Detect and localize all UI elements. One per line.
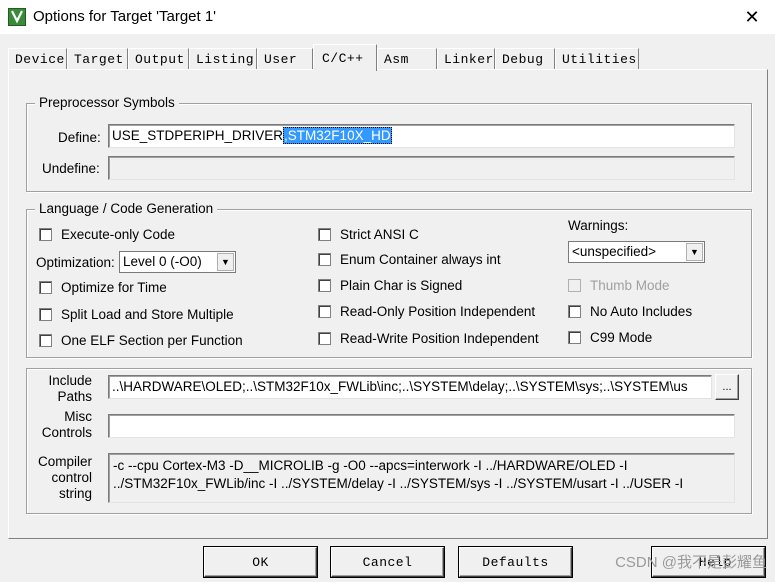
checkbox-label: One ELF Section per Function bbox=[61, 333, 243, 348]
split-load-checkbox[interactable]: Split Load and Store Multiple bbox=[39, 307, 234, 322]
window-title: Options for Target 'Target 1' bbox=[33, 8, 217, 25]
tab-output[interactable]: Output bbox=[128, 48, 189, 70]
compiler-label-line: Compiler bbox=[37, 454, 92, 469]
tab-linker[interactable]: Linker bbox=[437, 48, 495, 70]
misc-controls-field[interactable] bbox=[108, 414, 735, 438]
include-paths-label-line: Include bbox=[48, 373, 92, 388]
title-bar: Options for Target 'Target 1' ✕ bbox=[0, 0, 775, 34]
checkbox-box[interactable] bbox=[39, 308, 52, 321]
tab-target[interactable]: Target bbox=[67, 48, 128, 70]
enum-container-checkbox[interactable]: Enum Container always int bbox=[318, 252, 501, 267]
checkbox-label: Optimize for Time bbox=[61, 280, 167, 295]
chevron-down-icon[interactable]: ▼ bbox=[217, 253, 234, 271]
browse-include-paths-button[interactable]: ... bbox=[715, 374, 739, 400]
checkbox-box[interactable] bbox=[39, 228, 52, 241]
close-icon[interactable]: ✕ bbox=[729, 0, 775, 34]
undefine-field[interactable] bbox=[108, 156, 735, 180]
warnings-value: <unspecified> bbox=[572, 244, 657, 259]
checkbox-label: Split Load and Store Multiple bbox=[61, 307, 234, 322]
defaults-button[interactable]: Defaults bbox=[459, 547, 572, 577]
define-value-selected: ,STM32F10X_HD bbox=[283, 127, 392, 144]
checkbox-label: No Auto Includes bbox=[590, 304, 693, 319]
checkbox-box[interactable] bbox=[568, 331, 581, 344]
optimization-label: Optimization: bbox=[36, 255, 115, 270]
checkbox-label: Read-Write Position Independent bbox=[340, 331, 539, 346]
tab-debug[interactable]: Debug bbox=[495, 48, 555, 70]
include-paths-label-line: Paths bbox=[57, 389, 92, 404]
codegen-group-title: Language / Code Generation bbox=[35, 201, 218, 216]
no-auto-includes-checkbox[interactable]: No Auto Includes bbox=[568, 304, 692, 319]
optimization-select[interactable]: Level 0 (-O0) ▼ bbox=[119, 251, 236, 273]
misc-controls-label-line: Controls bbox=[41, 425, 92, 440]
misc-controls-label-line: Misc bbox=[64, 409, 92, 424]
plain-char-checkbox[interactable]: Plain Char is Signed bbox=[318, 278, 462, 293]
tab-panel-c-cpp: Preprocessor Symbols Define: USE_STDPERI… bbox=[8, 69, 768, 539]
checkbox-label: Strict ANSI C bbox=[340, 227, 419, 242]
csdn-watermark: CSDN @我不是彭耀鱼 bbox=[615, 554, 767, 571]
warnings-label: Warnings: bbox=[568, 218, 629, 233]
optimize-time-checkbox[interactable]: Optimize for Time bbox=[39, 280, 167, 295]
cancel-button[interactable]: Cancel bbox=[331, 547, 444, 577]
tab-c-cpp[interactable]: C/C++ bbox=[313, 44, 377, 71]
execute-only-checkbox[interactable]: Execute-only Code bbox=[39, 227, 175, 242]
keil-target-icon bbox=[8, 8, 26, 26]
tab-asm[interactable]: Asm bbox=[377, 48, 437, 70]
chevron-down-icon[interactable]: ▼ bbox=[686, 243, 703, 261]
checkbox-label: Thumb Mode bbox=[590, 278, 670, 293]
undefine-label: Undefine: bbox=[42, 161, 100, 176]
c99-mode-checkbox[interactable]: C99 Mode bbox=[568, 330, 652, 345]
compiler-control-string-label: Compiler control string bbox=[33, 454, 92, 502]
rw-pi-checkbox[interactable]: Read-Write Position Independent bbox=[318, 331, 539, 346]
preprocessor-group: Preprocessor Symbols Define: USE_STDPERI… bbox=[26, 95, 752, 192]
preprocessor-group-title: Preprocessor Symbols bbox=[35, 95, 179, 110]
misc-controls-label: Misc Controls bbox=[41, 409, 92, 441]
checkbox-box[interactable] bbox=[318, 305, 331, 318]
compiler-settings-group: Include Paths ..\HARDWARE\OLED;..\STM32F… bbox=[26, 368, 752, 514]
tab-listing[interactable]: Listing bbox=[189, 48, 257, 70]
checkbox-box bbox=[568, 279, 581, 292]
checkbox-box[interactable] bbox=[39, 334, 52, 347]
checkbox-label: C99 Mode bbox=[590, 330, 653, 345]
checkbox-box[interactable] bbox=[318, 332, 331, 345]
warnings-select[interactable]: <unspecified> ▼ bbox=[568, 241, 705, 263]
codegen-group: Language / Code Generation Execute-only … bbox=[26, 201, 752, 358]
ok-button[interactable]: OK bbox=[204, 547, 317, 577]
checkbox-box[interactable] bbox=[39, 281, 52, 294]
include-paths-field[interactable]: ..\HARDWARE\OLED;..\STM32F10x_FWLib\inc;… bbox=[108, 375, 712, 399]
define-label: Define: bbox=[58, 130, 101, 145]
checkbox-label: Plain Char is Signed bbox=[340, 278, 463, 293]
checkbox-label: Execute-only Code bbox=[61, 227, 176, 242]
checkbox-label: Enum Container always int bbox=[340, 252, 501, 267]
include-paths-label: Include Paths bbox=[41, 373, 92, 405]
checkbox-box[interactable] bbox=[318, 279, 331, 292]
strict-ansi-checkbox[interactable]: Strict ANSI C bbox=[318, 227, 419, 242]
checkbox-box[interactable] bbox=[568, 305, 581, 318]
compiler-control-string-field[interactable]: -c --cpu Cortex-M3 -D__MICROLIB -g -O0 -… bbox=[108, 453, 735, 503]
ro-pi-checkbox[interactable]: Read-Only Position Independent bbox=[318, 304, 535, 319]
checkbox-box[interactable] bbox=[318, 253, 331, 266]
checkbox-label: Read-Only Position Independent bbox=[340, 304, 536, 319]
tab-user[interactable]: User bbox=[257, 48, 313, 70]
optimization-value: Level 0 (-O0) bbox=[123, 254, 202, 269]
define-field[interactable]: USE_STDPERIPH_DRIVER,STM32F10X_HD bbox=[108, 124, 735, 148]
compiler-label-line: string bbox=[58, 486, 92, 501]
compiler-control-line: ../STM32F10x_FWLib/inc -I ../SYSTEM/dela… bbox=[113, 476, 684, 491]
one-elf-checkbox[interactable]: One ELF Section per Function bbox=[39, 333, 243, 348]
compiler-label-line: control bbox=[51, 470, 92, 485]
tab-device[interactable]: Device bbox=[8, 48, 67, 70]
thumb-mode-checkbox: Thumb Mode bbox=[568, 278, 670, 293]
checkbox-box[interactable] bbox=[318, 228, 331, 241]
tab-strip: Device Target Output Listing User C/C++ … bbox=[8, 44, 768, 71]
tab-utilities[interactable]: Utilities bbox=[555, 48, 639, 70]
compiler-control-line: -c --cpu Cortex-M3 -D__MICROLIB -g -O0 -… bbox=[113, 458, 628, 473]
define-value-plain: USE_STDPERIPH_DRIVER bbox=[112, 128, 284, 143]
